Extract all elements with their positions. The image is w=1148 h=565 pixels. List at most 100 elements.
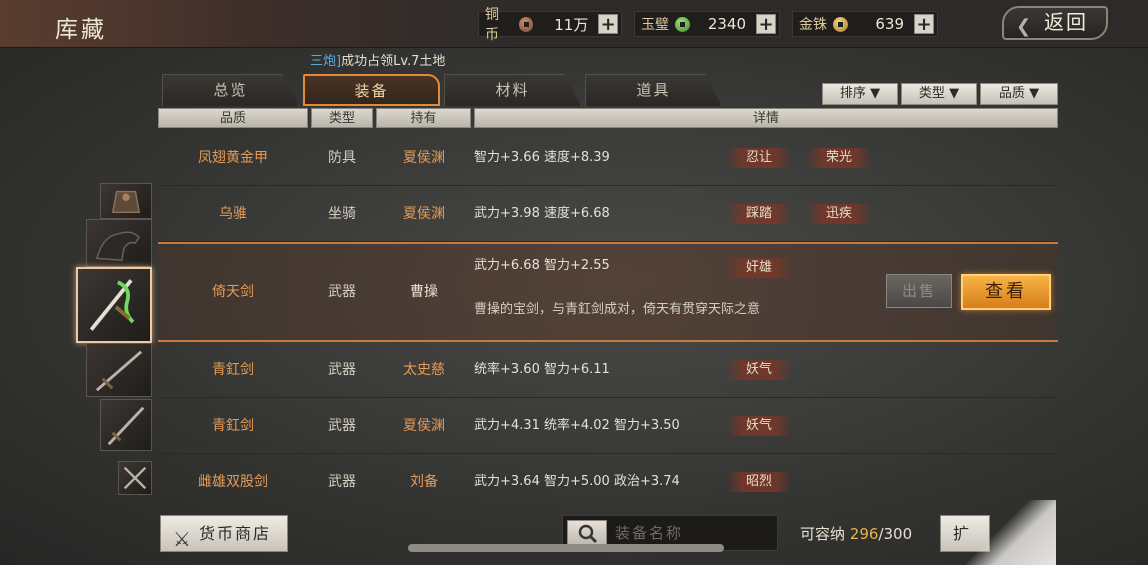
- equipment-thumb-qinggang-sword[interactable]: [86, 343, 152, 397]
- item-owner: 刘备: [410, 474, 438, 490]
- item-stats: 智力+3.66 速度+8.39: [474, 150, 610, 165]
- item-type: 武器: [328, 474, 356, 490]
- currency-jade: 玉璧 2340 +: [634, 11, 780, 37]
- item-owner: 夏侯渊: [403, 150, 445, 166]
- currency-value: 2340: [707, 15, 746, 33]
- item-type: 武器: [328, 418, 356, 434]
- item-name: 倚天剑: [212, 284, 254, 300]
- equipment-thumb-yitian-sword[interactable]: [76, 267, 152, 343]
- capacity-label: 可容纳: [800, 525, 846, 543]
- currency-copper: 铜币 11万 +: [478, 7, 622, 43]
- shop-label: 货币商店: [199, 524, 272, 543]
- item-owner: 夏侯渊: [403, 418, 445, 434]
- equipment-thumb-twin-swords[interactable]: [118, 461, 152, 495]
- equipment-list[interactable]: 凤翅黄金甲 防具 夏侯渊 智力+3.66 速度+8.39 忍让 荣光 乌骓 坐骑…: [158, 130, 1058, 502]
- announcement-highlight: 三炮]: [310, 54, 342, 69]
- column-header-type[interactable]: 类型: [311, 108, 373, 128]
- item-type: 防具: [328, 150, 356, 166]
- item-type: 武器: [328, 362, 356, 378]
- item-name: 青釭剑: [212, 362, 254, 378]
- skill-tag: 妖气: [726, 360, 792, 380]
- sword-icon: [107, 406, 145, 446]
- list-item-selected[interactable]: 倚天剑 武器 曹操 武力+6.68 智力+2.55 奸雄 曹操的宝剑，与青釭剑成…: [158, 242, 1058, 342]
- item-stats: 武力+3.98 速度+6.68: [474, 206, 610, 221]
- item-type: 坐骑: [328, 206, 356, 222]
- page-title: 库藏: [55, 17, 107, 43]
- list-item[interactable]: 凤翅黄金甲 防具 夏侯渊 智力+3.66 速度+8.39 忍让 荣光: [158, 130, 1058, 186]
- jade-disc-icon: [675, 16, 690, 32]
- currency-value: 11万: [554, 15, 589, 34]
- item-stats: 统率+3.60 智力+6.11: [474, 362, 610, 377]
- capacity-current: 296: [849, 525, 879, 543]
- currency-name: 金铢: [799, 17, 827, 33]
- item-type: 武器: [328, 284, 356, 300]
- column-header-owner[interactable]: 持有: [376, 108, 471, 128]
- skill-tag: 忍让: [726, 148, 792, 168]
- capacity-indicator: 可容纳 296/300: [800, 523, 912, 544]
- back-label: 返回: [1044, 10, 1088, 34]
- equipment-thumb-armor[interactable]: [100, 183, 152, 219]
- skill-tag: 迅疾: [806, 204, 872, 224]
- tab-materials[interactable]: 材料: [444, 74, 581, 106]
- currency-value: 639: [875, 15, 904, 33]
- horizontal-scrollbar[interactable]: [408, 544, 724, 552]
- list-item[interactable]: 青釭剑 武器 太史慈 统率+3.60 智力+6.11 妖气: [158, 342, 1058, 398]
- sort-label: 排序: [839, 86, 866, 101]
- list-item[interactable]: 青釭剑 武器 夏侯渊 武力+4.31 统率+4.02 智力+3.50 妖气: [158, 398, 1058, 454]
- column-header-quality[interactable]: 品质: [158, 108, 308, 128]
- equipment-thumb-horse[interactable]: [86, 219, 152, 267]
- back-arrow-icon: ❮: [1016, 16, 1034, 37]
- list-item[interactable]: 雌雄双股剑 武器 刘备 武力+3.64 智力+5.00 政治+3.74 昭烈: [158, 454, 1058, 502]
- item-name: 乌骓: [219, 206, 247, 222]
- skill-tag: 妖气: [726, 416, 792, 436]
- sword-icon: [95, 350, 143, 392]
- skill-tag: 荣光: [806, 148, 872, 168]
- quality-label: 品质: [998, 86, 1025, 101]
- top-bar: 库藏 铜币 11万 + 玉璧 2340 + 金铢 639 + ❮ 返回: [0, 0, 1148, 48]
- search-button[interactable]: [567, 520, 607, 546]
- add-copper-button[interactable]: +: [598, 14, 618, 34]
- add-jade-button[interactable]: +: [756, 14, 776, 34]
- item-owner: 太史慈: [403, 362, 445, 378]
- type-label: 类型: [918, 86, 945, 101]
- tab-items[interactable]: 道具: [585, 74, 722, 106]
- item-owner: 曹操: [410, 284, 438, 300]
- page-curl-overlay: [966, 500, 1056, 565]
- back-button[interactable]: ❮ 返回: [1002, 6, 1108, 40]
- skill-tag: 踩踏: [726, 204, 792, 224]
- armor-icon: [111, 190, 141, 214]
- item-name: 青釭剑: [212, 418, 254, 434]
- tab-overview[interactable]: 总览: [162, 74, 299, 106]
- item-owner: 夏侯渊: [403, 206, 445, 222]
- item-stats: 武力+4.31 统率+4.02 智力+3.50: [474, 418, 680, 433]
- currency-name: 玉璧: [641, 17, 669, 33]
- tab-equipment[interactable]: 装备: [303, 74, 440, 106]
- item-name: 雌雄双股剑: [198, 474, 268, 490]
- item-name: 凤翅黄金甲: [198, 150, 268, 166]
- horse-icon: [96, 231, 141, 262]
- equipment-thumb-qinggang-sword-2[interactable]: [100, 399, 152, 451]
- twin-swords-icon: [123, 466, 147, 490]
- announcement-ticker: 三炮]成功占领Lv.7土地: [310, 50, 445, 69]
- sort-dropdown[interactable]: 排序 ▼: [822, 83, 898, 105]
- item-stats: 武力+6.68 智力+2.55: [474, 258, 610, 273]
- gold-coin-icon: [833, 16, 848, 32]
- skill-tag: 奸雄: [726, 258, 792, 278]
- sword-icon: [89, 279, 135, 331]
- add-gold-button[interactable]: +: [914, 14, 934, 34]
- list-item[interactable]: 乌骓 坐骑 夏侯渊 武力+3.98 速度+6.68 踩踏 迅疾: [158, 186, 1058, 242]
- currency-shop-button[interactable]: ⚔ 货币商店: [160, 515, 288, 552]
- item-stats: 武力+3.64 智力+5.00 政治+3.74: [474, 474, 680, 489]
- copper-coin-icon: [518, 16, 534, 32]
- column-header-details: 详情: [474, 108, 1058, 128]
- quality-dropdown[interactable]: 品质 ▼: [980, 83, 1058, 105]
- skill-tag: 昭烈: [726, 472, 792, 492]
- currency-gold: 金铢 639 +: [792, 11, 938, 37]
- announcement-text: 成功占领Lv.7土地: [341, 54, 446, 69]
- capacity-total: /300: [878, 525, 913, 543]
- view-button[interactable]: 查看: [961, 274, 1051, 310]
- currency-name: 铜币: [485, 7, 499, 43]
- type-dropdown[interactable]: 类型 ▼: [901, 83, 977, 105]
- sell-button[interactable]: 出售: [886, 274, 952, 308]
- item-description: 曹操的宝剑，与青釭剑成对，倚天有贯穿天际之意: [474, 302, 761, 317]
